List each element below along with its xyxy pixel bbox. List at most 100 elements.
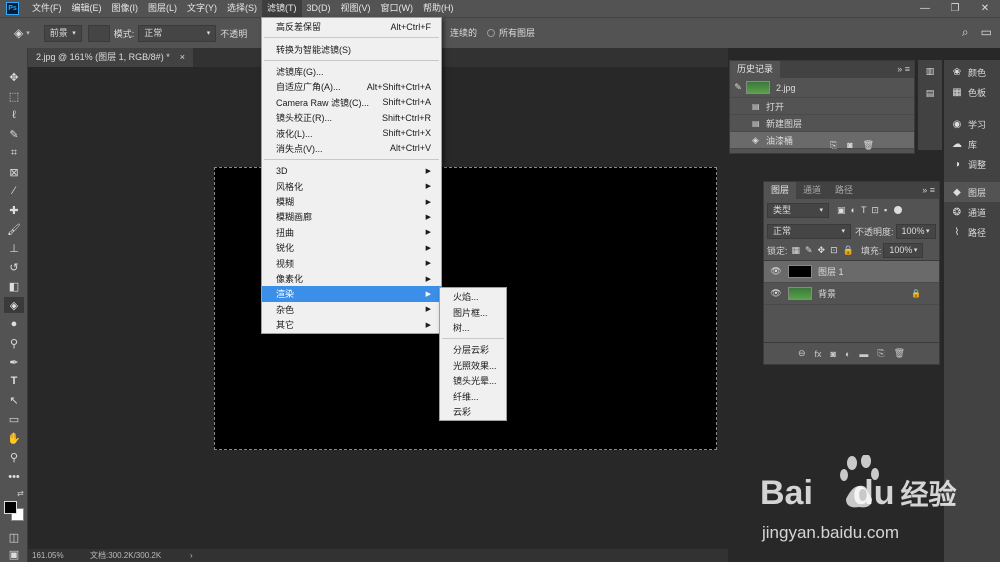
zoom-level[interactable]: 161.05% [32, 551, 90, 560]
new-layer-icon[interactable]: ⎘ [877, 348, 884, 359]
quick-mask-icon[interactable]: ◫ [4, 529, 24, 545]
new-document-icon[interactable]: ⎘ [830, 140, 837, 151]
hand-tool-icon[interactable]: ✋ [4, 430, 24, 446]
eraser-tool-icon[interactable]: ◧ [4, 278, 24, 294]
menu-type[interactable]: 文字(Y) [182, 0, 222, 17]
dock-layers[interactable]: ◆ 图层 [944, 182, 1000, 202]
filter-menu-item[interactable]: 消失点(V)... Alt+Ctrl+V [262, 141, 441, 156]
eye-icon[interactable]: 👁 [764, 266, 788, 277]
filter-menu-item[interactable]: 锐化 ▶ [262, 240, 441, 255]
history-brush-source-icon[interactable]: ✎ [730, 82, 746, 93]
filter-menu-item[interactable]: 高反差保留 Alt+Ctrl+F [262, 19, 441, 34]
dock-channels[interactable]: ❂ 通道 [944, 202, 1000, 222]
render-menu-item[interactable]: 火焰... [440, 289, 506, 304]
snapshot-camera-icon[interactable]: ◙ [847, 140, 852, 151]
workspace-icon[interactable]: ▭ [981, 25, 992, 40]
tab-channels[interactable]: 通道 [796, 182, 828, 199]
search-icon[interactable]: ⌕ [962, 25, 969, 40]
marquee-tool-icon[interactable]: ⬚ [4, 88, 24, 104]
swap-colors-icon[interactable]: ⇄ [17, 489, 24, 498]
document-tab[interactable]: 2.jpg @ 161% (图层 1, RGB/8#) * × [28, 48, 193, 67]
fill-input[interactable]: 100% ▾ [883, 243, 924, 258]
foreground-color-swatch[interactable] [4, 501, 17, 514]
filter-menu-item[interactable]: 模糊 ▶ [262, 194, 441, 209]
filter-menu-item[interactable]: 模糊画廊 ▶ [262, 209, 441, 224]
render-menu-item[interactable]: 图片框... [440, 304, 506, 319]
eye-icon[interactable]: 👁 [764, 288, 788, 299]
mode-select[interactable]: 正常 ▾ [138, 24, 217, 42]
lock-icons[interactable]: ▦✎✥⊡🔒 [792, 245, 859, 256]
menu-edit[interactable]: 编辑(E) [67, 0, 107, 17]
paint-bucket-preset-icon[interactable]: ◈ [14, 26, 23, 40]
layer-name[interactable]: 背景 [818, 287, 911, 300]
trash-icon[interactable]: 🗑 [894, 348, 905, 359]
filter-icons[interactable]: ▣◐T⊡▪ [837, 205, 892, 216]
link-icon[interactable]: ⊖ [798, 348, 806, 359]
menu-view[interactable]: 视图(V) [336, 0, 376, 17]
fx-icon[interactable]: fx [815, 349, 822, 359]
restore-button[interactable]: ❐ [940, 0, 970, 17]
menu-select[interactable]: 选择(S) [222, 0, 262, 17]
pattern-picker[interactable] [87, 24, 110, 42]
folder-icon[interactable]: ▬ [859, 349, 868, 359]
menu-3d[interactable]: 3D(D) [302, 0, 336, 17]
blur-tool-icon[interactable]: ● [4, 316, 24, 332]
status-arrow-icon[interactable]: › [190, 551, 193, 560]
crop-tool-icon[interactable]: ⌗ [4, 145, 24, 161]
opacity-input[interactable]: 100% ▾ [895, 223, 936, 239]
history-item[interactable]: ▤ 打开 [730, 98, 914, 115]
tab-paths[interactable]: 路径 [828, 182, 860, 199]
dock-color[interactable]: ❀ 颜色 [944, 62, 1000, 82]
filter-menu-item[interactable]: 像素化 ▶ [262, 271, 441, 286]
filter-menu-item[interactable]: 镜头校正(R)... Shift+Ctrl+R [262, 110, 441, 125]
filter-menu-item[interactable]: Camera Raw 滤镜(C)... Shift+Ctrl+A [262, 95, 441, 110]
healing-brush-tool-icon[interactable]: ✚ [4, 202, 24, 218]
menu-window[interactable]: 窗口(W) [376, 0, 419, 17]
close-icon[interactable]: × [180, 48, 185, 67]
filter-menu-item[interactable]: 其它 ▶ [262, 317, 441, 332]
chevron-down-icon[interactable]: ▾ [26, 29, 30, 37]
filter-menu-item[interactable]: 转换为智能滤镜(S) [262, 41, 441, 56]
paint-bucket-tool-icon[interactable]: ◈ [4, 297, 24, 313]
filter-menu-item[interactable]: 渲染 ▶ [262, 286, 441, 302]
layer-row-active[interactable]: 👁 图层 1 [764, 261, 939, 283]
history-item-active[interactable]: ◈ 油漆桶 [730, 132, 914, 149]
more-tools-icon[interactable]: ••• [4, 469, 24, 485]
dock-libraries[interactable]: ☁ 库 [944, 134, 1000, 154]
minimize-button[interactable]: — [910, 0, 940, 17]
brush-tool-icon[interactable]: 🖌 [4, 221, 24, 237]
filter-menu-item[interactable]: 3D ▶ [262, 163, 441, 178]
lasso-tool-icon[interactable]: ℓ [4, 107, 24, 123]
move-tool-icon[interactable]: ✥ [4, 69, 24, 85]
filter-menu-item[interactable]: 滤镜库(G)... [262, 64, 441, 79]
menu-layer[interactable]: 图层(L) [143, 0, 182, 17]
layer-row[interactable]: 👁 背景 🔒 [764, 283, 939, 305]
history-snapshot[interactable]: ✎ 2.jpg [730, 78, 914, 98]
layer-filter-select[interactable]: 类型 ▾ [767, 202, 829, 218]
quick-select-tool-icon[interactable]: ✎ [4, 126, 24, 142]
pen-tool-icon[interactable]: ✒ [4, 354, 24, 370]
filter-toggle-icon[interactable] [894, 206, 903, 214]
panel-menu-icon[interactable]: » ≡ [922, 182, 935, 199]
history-brush-tool-icon[interactable]: ↺ [4, 259, 24, 275]
filter-menu-item[interactable]: 风格化 ▶ [262, 179, 441, 194]
filter-menu-item[interactable]: 视频 ▶ [262, 255, 441, 270]
zoom-tool-icon[interactable]: ⚲ [4, 449, 24, 465]
path-select-tool-icon[interactable]: ↖ [4, 392, 24, 408]
render-menu-item[interactable]: 镜头光晕... [440, 373, 506, 388]
menu-image[interactable]: 图像(I) [107, 0, 144, 17]
render-menu-item[interactable]: 树... [440, 320, 506, 335]
screen-mode-icon[interactable]: ▣ [4, 546, 24, 562]
fill-source-select[interactable]: 前景 ▾ [43, 24, 82, 42]
dock-learn[interactable]: ◉ 学习 [944, 114, 1000, 134]
dodge-tool-icon[interactable]: ⚲ [4, 335, 24, 351]
all-layers-checkbox[interactable] [487, 28, 496, 37]
filter-menu-item[interactable]: 液化(L)... Shift+Ctrl+X [262, 125, 441, 140]
type-tool-icon[interactable]: T [4, 373, 24, 389]
history-item[interactable]: ▤ 新建图层 [730, 115, 914, 132]
blend-mode-select[interactable]: 正常 ▾ [767, 223, 851, 239]
menu-help[interactable]: 帮助(H) [418, 0, 459, 17]
layer-name[interactable]: 图层 1 [818, 265, 844, 278]
tab-history[interactable]: 历史记录 [730, 61, 781, 78]
close-window-button[interactable]: ✕ [970, 0, 1000, 17]
